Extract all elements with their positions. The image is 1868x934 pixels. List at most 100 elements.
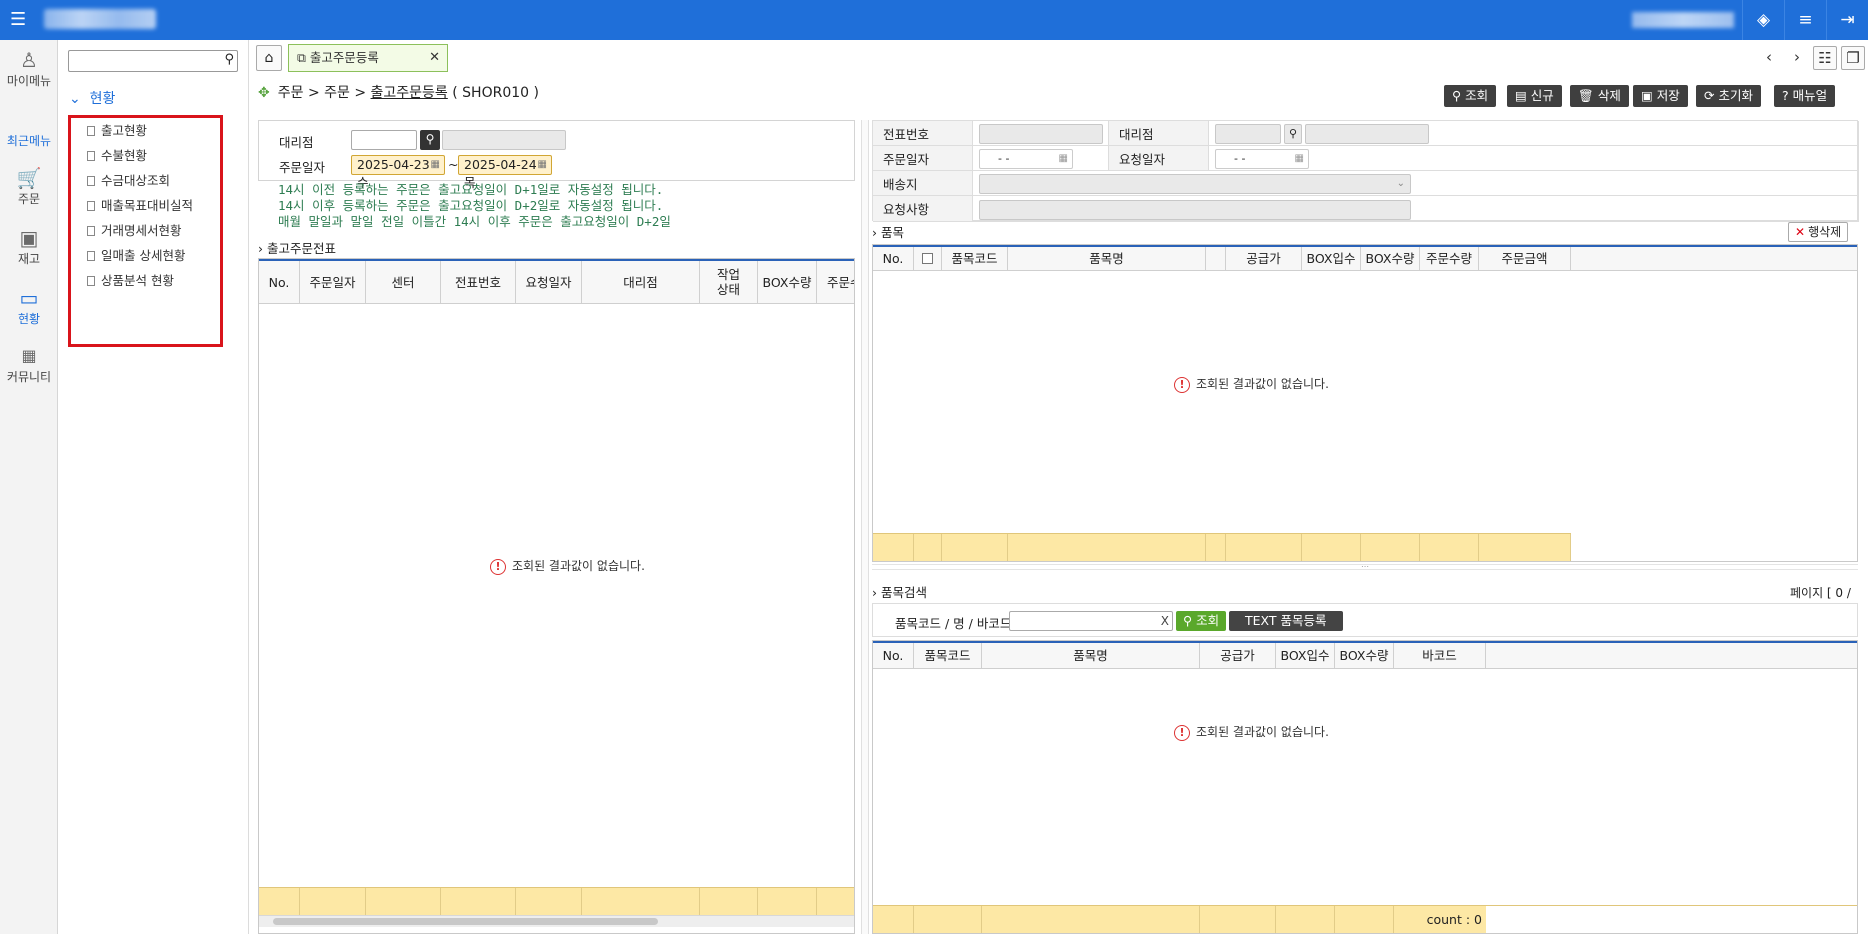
search-icon: ⚲ — [1452, 88, 1462, 103]
menu-item-collection-target[interactable]: 수금대상조회 — [87, 170, 170, 189]
col-slip-no[interactable]: 전표번호 — [441, 261, 516, 303]
save-button[interactable]: ▣ 저장 — [1633, 85, 1688, 107]
nav-stock[interactable]: ▣ 재고 — [0, 226, 58, 267]
detail-form: 전표번호 대리점 ⚲ 주문일자 - - ▦ 요청일자 - - ▦ 배송지 ⌄ 요청사… — [872, 120, 1859, 222]
user-info — [1632, 12, 1734, 28]
col-no[interactable]: No. — [873, 247, 914, 270]
col-item-code[interactable]: 품목코드 — [942, 247, 1008, 270]
col-box-qty[interactable]: BOX수량 — [1335, 643, 1394, 668]
col-box-qty[interactable]: BOX수량 — [758, 261, 817, 303]
trash-icon: 🗑 — [1578, 88, 1594, 103]
delete-button[interactable]: 🗑 삭제 — [1570, 85, 1629, 107]
tab-list-icon[interactable]: ☷ — [1813, 46, 1837, 70]
col-order-amount[interactable]: 주문금액 — [1479, 247, 1571, 270]
col-item-name[interactable]: 품목명 — [982, 643, 1200, 668]
menu-group-status[interactable]: ⌄ 현황 — [69, 88, 115, 108]
menu-search-input[interactable]: ⚲ — [68, 50, 238, 72]
text-register-button[interactable]: TEXT 품목등록 — [1229, 611, 1343, 631]
menu-item-invoice-status[interactable]: 거래명세서현황 — [87, 220, 182, 239]
breadcrumb: ✥ 주문 > 주문 > 출고주문등록 ( SHOR010 ) — [258, 85, 539, 101]
top-bar: ☰ ◈ ≡ ⇥ — [0, 0, 1868, 40]
col-item-code[interactable]: 품목코드 — [914, 643, 982, 668]
splitter[interactable] — [861, 120, 869, 934]
search-icon[interactable]: ⚲ — [224, 52, 234, 67]
menu-item-sales-vs-goal[interactable]: 매출목표대비실적 — [87, 195, 193, 214]
new-button[interactable]: ▤ 신규 — [1507, 85, 1562, 107]
calendar-icon[interactable]: ▦ — [431, 156, 440, 174]
detail-request-date-label: 요청일자 — [1109, 146, 1209, 171]
calendar-icon[interactable]: ▦ — [1295, 150, 1304, 168]
agency-code-input[interactable] — [351, 130, 417, 150]
col-order-qty[interactable]: 주문수량 — [1420, 247, 1479, 270]
close-all-tabs-icon[interactable]: ❐ — [1841, 46, 1865, 70]
nav-mymenu[interactable]: ♙ 마이메뉴 — [0, 48, 58, 89]
col-box-qty[interactable]: BOX수량 — [1361, 247, 1420, 270]
col-no[interactable]: No. — [259, 261, 300, 303]
vertical-splitter[interactable]: ⋯ — [872, 563, 1858, 571]
col-select[interactable] — [914, 247, 942, 270]
search-button[interactable]: ⚲ 조회 — [1444, 85, 1497, 107]
breadcrumb-current[interactable]: 출고주문등록 — [371, 85, 448, 101]
col-no[interactable]: No. — [873, 643, 914, 668]
user-icon: ♙ — [20, 48, 38, 72]
chevron-right-icon: › — [872, 225, 877, 240]
col-barcode[interactable]: 바코드 — [1394, 643, 1486, 668]
layers-icon[interactable]: ◈ — [1742, 0, 1784, 40]
chevron-right-icon[interactable]: › — [1785, 46, 1809, 70]
col-request-date[interactable]: 요청일자 — [516, 261, 582, 303]
ship-to-label: 배송지 — [873, 171, 973, 196]
home-tab-button[interactable]: ⌂ — [256, 45, 282, 71]
detail-order-date[interactable]: - - ▦ — [979, 149, 1073, 169]
close-icon[interactable]: ✕ — [429, 45, 440, 71]
count-label: count : 0 — [1426, 912, 1482, 927]
menu-item-shipment-status[interactable]: 출고현황 — [87, 120, 147, 139]
calendar-icon[interactable]: ▦ — [538, 156, 547, 174]
col-work-status[interactable]: 작업 상태 — [700, 261, 758, 303]
logout-icon[interactable]: ⇥ — [1826, 0, 1868, 40]
col-agency[interactable]: 대리점 — [582, 261, 700, 303]
agency-label: 대리점 — [279, 135, 314, 150]
col-item-name[interactable]: 품목명 — [1008, 247, 1206, 270]
alert-icon: ! — [490, 559, 506, 575]
col-center[interactable]: 센터 — [366, 261, 441, 303]
nav-status[interactable]: ▭ 현황 — [0, 286, 58, 327]
item-search-input[interactable]: X — [1009, 611, 1173, 631]
select-all-checkbox[interactable] — [922, 253, 933, 264]
date-from-input[interactable]: 2025-04-23 수 ▦ — [351, 155, 445, 190]
agency-search-icon[interactable]: ⚲ — [420, 130, 440, 150]
scrollbar-thumb[interactable] — [273, 918, 658, 925]
col-supply-price[interactable]: 공급가 — [1200, 643, 1276, 668]
col-box-per[interactable]: BOX입수 — [1276, 643, 1335, 668]
horizontal-scrollbar[interactable] — [259, 915, 854, 927]
external-link-icon: ⧉ — [297, 50, 306, 65]
calendar-icon[interactable]: ▦ — [1059, 150, 1068, 168]
date-to-input[interactable]: 2025-04-24 목 ▦ — [458, 155, 552, 190]
detail-agency-search-icon: ⚲ — [1284, 124, 1302, 144]
clear-icon[interactable]: X — [1161, 612, 1169, 630]
col-order-qty[interactable]: 주문수 — [817, 261, 854, 303]
delete-row-button[interactable]: ✕ 행삭제 — [1788, 222, 1849, 242]
item-search-button[interactable]: ⚲ 조회 — [1176, 611, 1227, 631]
grid-header: No. 주문일자 센터 전표번호 요청일자 대리점 작업 상태 BOX수량 주문… — [259, 259, 854, 304]
menu-item-daily-sales[interactable]: 일매출 상세현황 — [87, 245, 185, 264]
menu-item-inventory-flow[interactable]: 수불현황 — [87, 145, 147, 164]
document-icon — [87, 176, 95, 186]
tab-shipment-order[interactable]: ⧉ 출고주문등록 ✕ — [288, 44, 448, 72]
nav-order[interactable]: 🛒 주문 — [0, 166, 58, 207]
document-icon — [87, 151, 95, 161]
nav-community[interactable]: ▦ 커뮤니티 — [0, 344, 58, 385]
item-search-grid-header: No. 품목코드 품목명 공급가 BOX입수 BOX수량 바코드 — [873, 641, 1857, 669]
col-box-per[interactable]: BOX입수 — [1302, 247, 1361, 270]
menu-item-product-analysis[interactable]: 상품분석 현황 — [87, 270, 174, 289]
col-order-date[interactable]: 주문일자 — [300, 261, 366, 303]
nav-recent[interactable]: 최근메뉴 — [0, 132, 58, 149]
chevron-down-icon: ⌄ — [1396, 178, 1405, 189]
manual-button[interactable]: ? 매뉴얼 — [1774, 85, 1836, 107]
detail-request-date[interactable]: - - ▦ — [1215, 149, 1309, 169]
order-date-label: 주문일자 — [279, 160, 326, 175]
hamburger-icon[interactable]: ☰ — [10, 10, 30, 30]
reset-button[interactable]: ⟳ 초기화 — [1696, 85, 1761, 107]
col-supply-price[interactable]: 공급가 — [1226, 247, 1302, 270]
chevron-left-icon[interactable]: ‹ — [1757, 46, 1781, 70]
list-icon[interactable]: ≡ — [1784, 0, 1826, 40]
